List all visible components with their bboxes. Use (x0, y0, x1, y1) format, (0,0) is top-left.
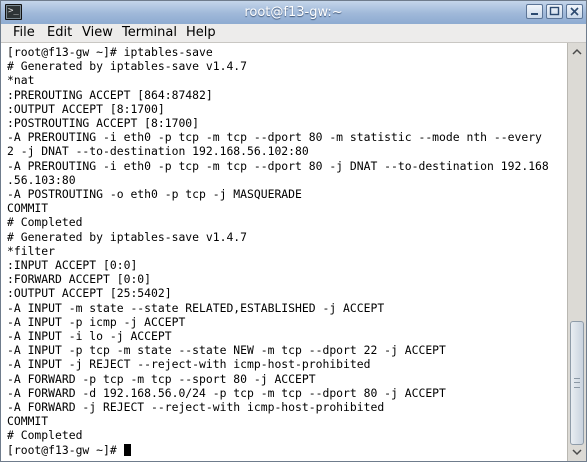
terminal-line: :POSTROUTING ACCEPT [8:1700] (7, 116, 200, 130)
terminal-line: 2 -j DNAT --to-destination 192.168.56.10… (7, 144, 309, 159)
terminal-line: :OUTPUT ACCEPT [8:1700] (7, 101, 165, 116)
terminal-window: >_ root@f13-gw:~ File Edit View Terminal… (0, 0, 587, 462)
menu-help[interactable]: Help (186, 24, 216, 42)
terminal-line: *filter (7, 243, 56, 258)
terminal-line: -A PREROUTING -i eth0 -p tcp -m tcp --dp… (7, 130, 542, 145)
grip-icon (574, 378, 580, 388)
terminal-line: -A POSTROUTING -o eth0 -p tcp -j MASQUER… (7, 187, 302, 201)
terminal-line: -A INPUT -m state --state RELATED,ESTABL… (7, 300, 385, 315)
terminal-line: -A INPUT -p icmp -j ACCEPT (7, 314, 186, 329)
terminal-line: -A INPUT -j REJECT --reject-with icmp-ho… (7, 357, 371, 372)
prompt-text: [root@f13-gw ~]# (7, 442, 124, 457)
terminal-output[interactable]: [root@f13-gw ~]# iptables-save # Generate… (1, 43, 567, 461)
terminal-line: :INPUT ACCEPT [0:0] (7, 258, 138, 272)
menu-bar: File Edit View Terminal Help (1, 24, 586, 42)
terminal-line: # Generated by iptables-save v1.4.7 (7, 229, 248, 244)
terminal-line: -A INPUT -i lo -j ACCEPT (7, 329, 172, 343)
menu-edit[interactable]: Edit (47, 24, 72, 42)
terminal-line: -A INPUT -p tcp -m state --state NEW -m … (7, 343, 446, 358)
prompt-line[interactable]: [root@f13-gw ~]# (7, 443, 131, 457)
terminal-line: *nat (7, 73, 35, 88)
maximize-icon (549, 6, 560, 16)
maximize-button[interactable] (546, 4, 563, 19)
scroll-up-icon[interactable] (569, 45, 585, 59)
terminal-line: -A FORWARD -j REJECT --reject-with icmp-… (7, 400, 385, 414)
text-cursor (123, 443, 131, 456)
terminal-line: # Generated by iptables-save v1.4.7 (7, 59, 248, 74)
terminal-line: [root@f13-gw ~]# iptables-save (7, 45, 213, 59)
terminal-line: :OUTPUT ACCEPT [25:5402] (7, 286, 172, 301)
scroll-down-icon[interactable] (569, 445, 585, 459)
minimize-icon (531, 13, 538, 15)
title-bar[interactable]: >_ root@f13-gw:~ (1, 1, 586, 25)
terminal-line: # Completed (7, 428, 83, 443)
menu-view[interactable]: View (82, 24, 113, 42)
terminal-line: COMMIT (7, 414, 49, 429)
terminal-line: :PREROUTING ACCEPT [864:87482] (7, 87, 213, 102)
menu-file[interactable]: File (13, 24, 35, 42)
menu-terminal[interactable]: Terminal (122, 24, 177, 42)
terminal-line: -A FORWARD -p tcp -m tcp --sport 80 -j A… (7, 371, 316, 386)
terminal-line: COMMIT (7, 201, 49, 216)
close-button[interactable] (566, 4, 583, 19)
close-icon (570, 7, 579, 16)
terminal-line: -A FORWARD -d 192.168.56.0/24 -p tcp -m … (7, 385, 446, 400)
terminal-line: :FORWARD ACCEPT [0:0] (7, 272, 152, 287)
terminal-line: -A PREROUTING -i eth0 -p tcp -m tcp --dp… (7, 158, 549, 173)
vertical-scrollbar[interactable] (567, 43, 586, 461)
scrollbar-thumb[interactable] (570, 321, 584, 445)
terminal-line: # Completed (7, 215, 83, 230)
terminal-line: .56.103:80 (7, 172, 76, 187)
window-title: root@f13-gw:~ (244, 5, 343, 20)
minimize-button[interactable] (526, 4, 543, 19)
